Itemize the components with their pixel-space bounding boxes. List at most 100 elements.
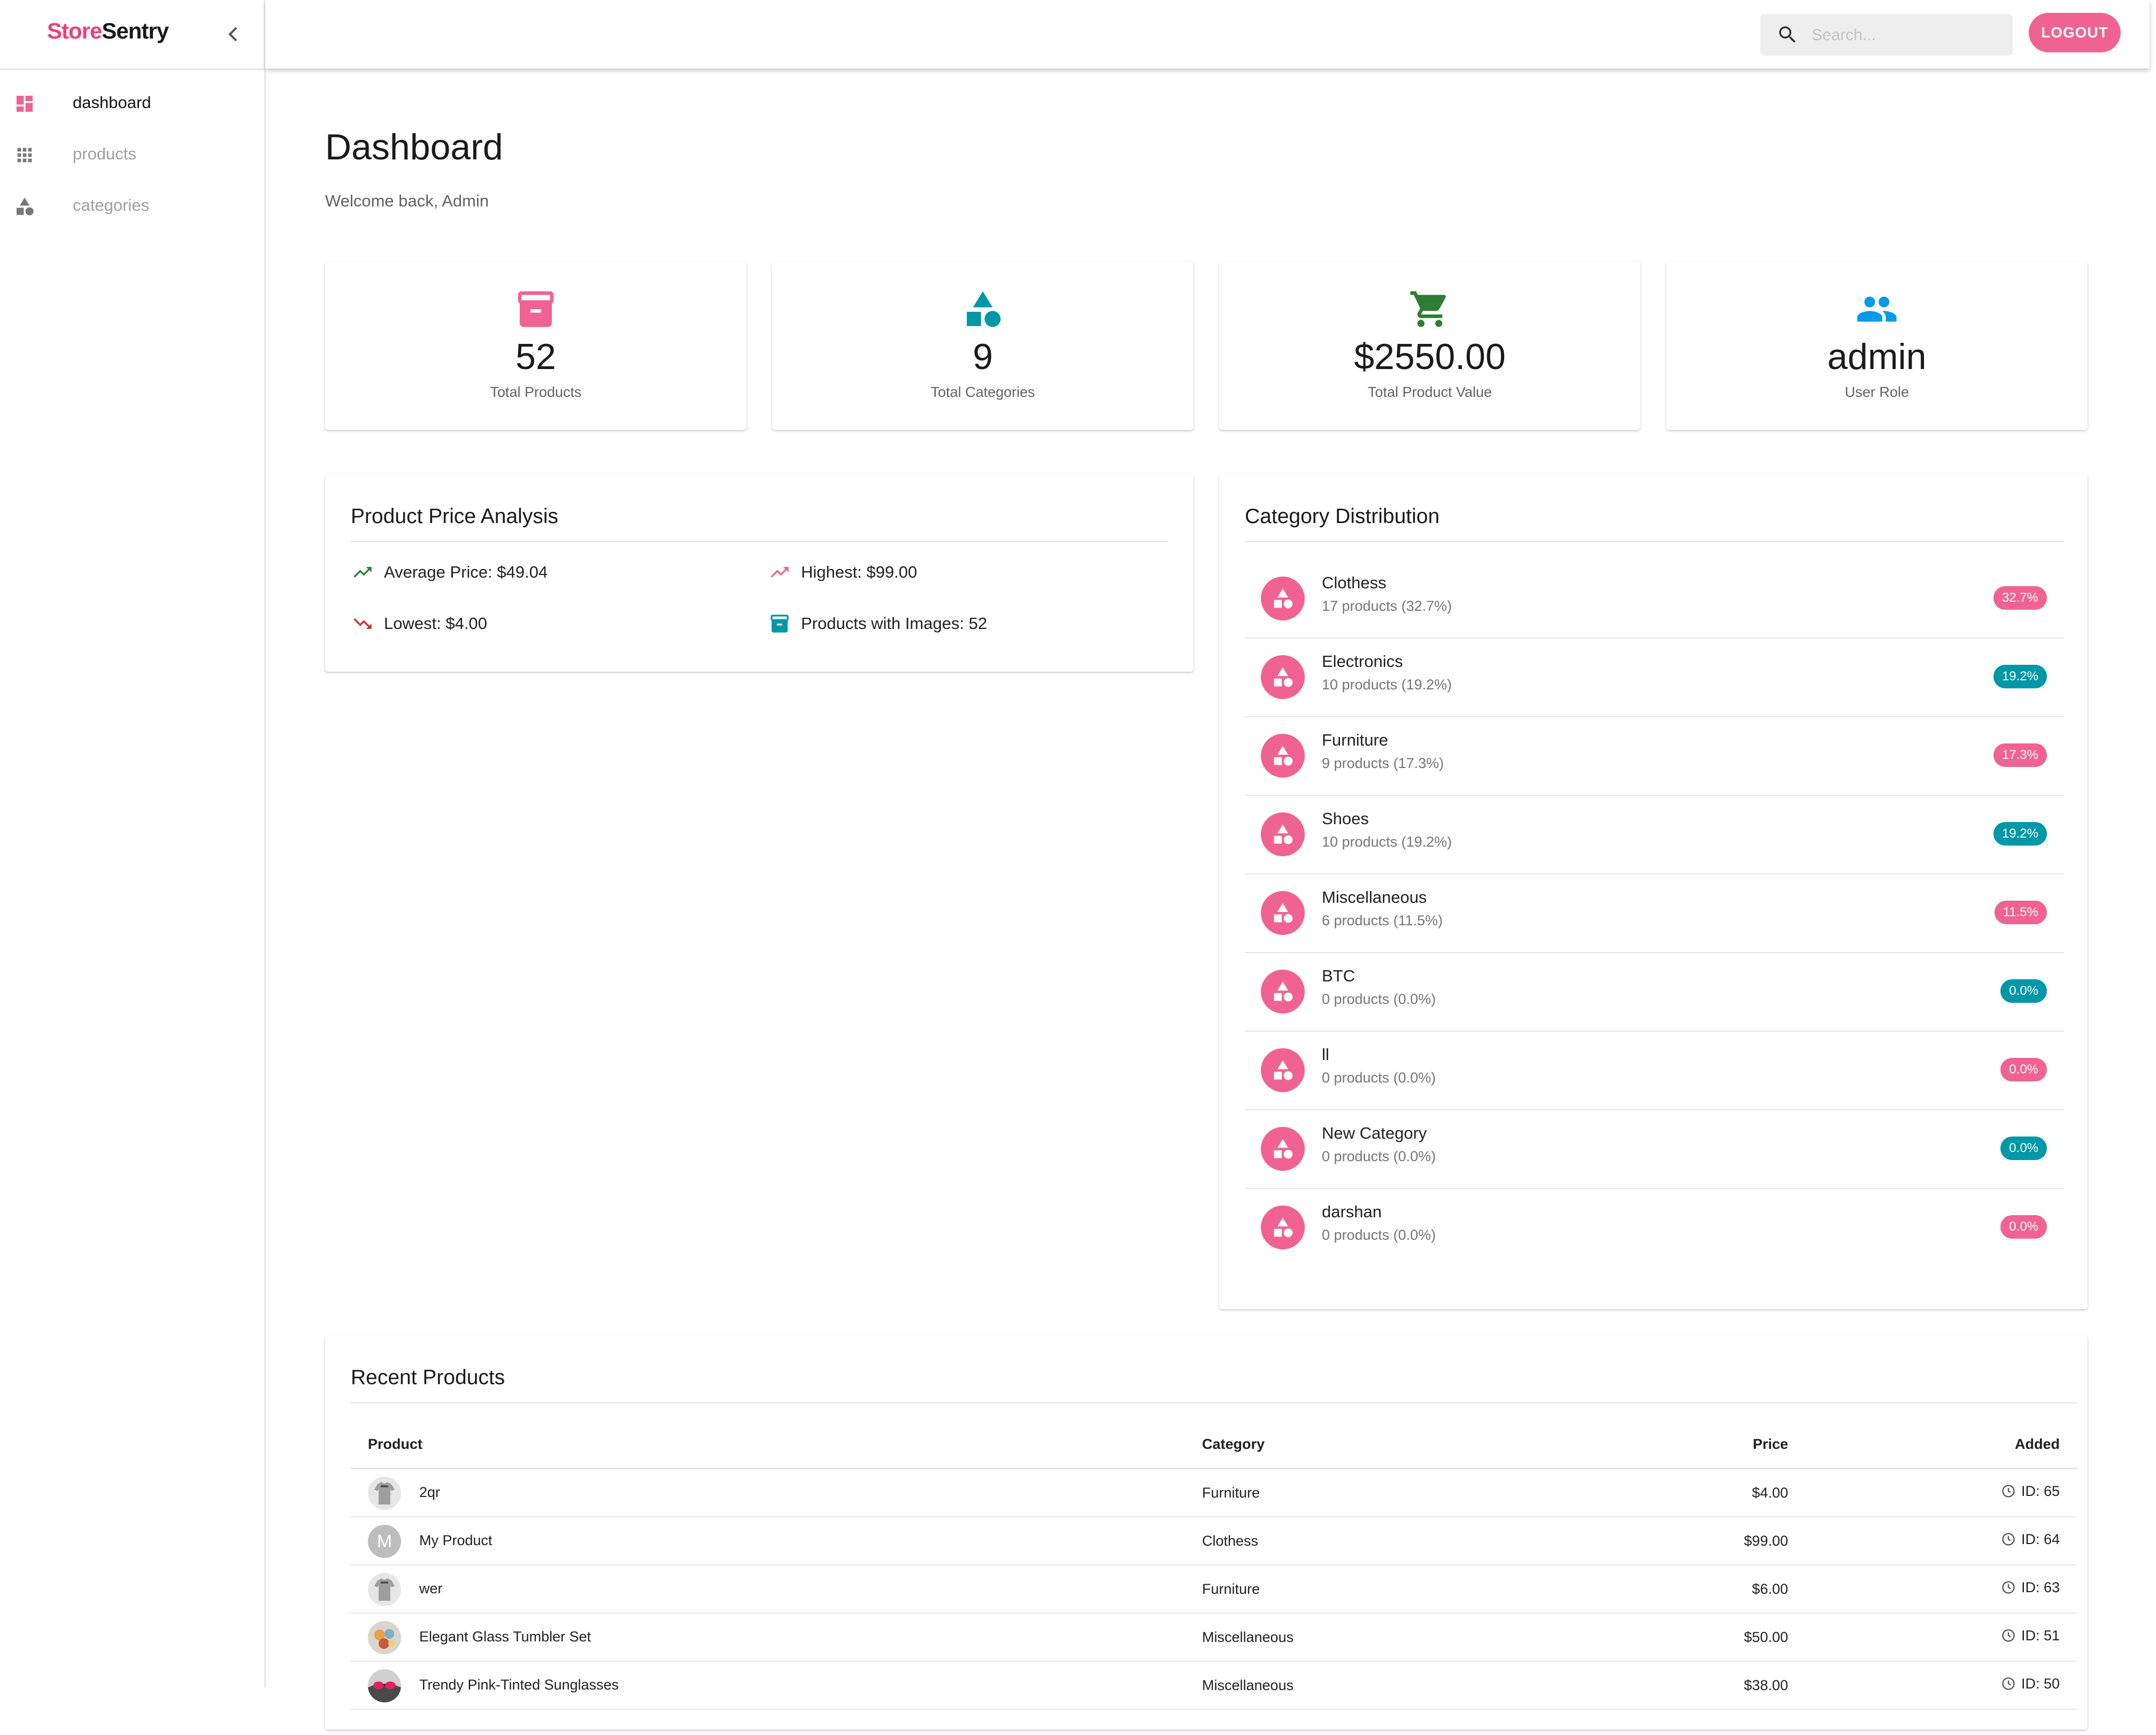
sidebar-item-products[interactable]: products [0,129,264,181]
product-name: Trendy Pink-Tinted Sunglasses [419,1677,619,1693]
stat-card-total-value: $2550.00 Total Product Value [1219,261,1641,430]
stat-value: 52 [515,336,556,377]
table-row[interactable]: M My Product Clothess $99.00 ID: 64 [351,1517,2077,1565]
brand-header: StoreSentry [0,0,264,70]
stat-card-total-products: 52 Total Products [325,261,746,430]
category-avatar [1261,812,1305,856]
table-row[interactable]: Elegant Glass Tumbler Set Miscellaneous $5… [351,1613,2077,1662]
product-name: My Product [419,1532,492,1548]
category-cell: Clothess [1185,1517,1623,1565]
category-shapes-icon [1274,1139,1293,1159]
category-list-item[interactable]: Clothess 17 products (32.7%) 32.7% [1245,559,2064,639]
added-cell: ID: 63 [1805,1565,2077,1614]
category-name: darshan [1322,1202,1382,1221]
column-header-price[interactable]: Price [1623,1421,1805,1469]
stat-label: Total Categories [930,384,1035,400]
product-cell: M My Product [351,1517,1185,1565]
sunglasses-photo-thumbnail [368,1669,401,1702]
category-avatar [1261,891,1305,935]
added-cell: ID: 51 [1805,1613,2077,1662]
product-cell: 2qr [351,1468,1185,1517]
category-product-count: 6 products (11.5%) [1322,912,1443,928]
category-product-count: 0 products (0.0%) [1322,1148,1436,1164]
recent-products-table: Product Category Price Added 2qr Furnitur… [351,1421,2077,1710]
column-header-added[interactable]: Added [1805,1421,2077,1469]
category-list-item[interactable]: darshan 0 products (0.0%) 0.0% [1245,1188,2064,1266]
category-name: Shoes [1322,809,1369,828]
price-cell: $50.00 [1623,1613,1805,1662]
table-header-row: Product Category Price Added [351,1421,2077,1469]
percentage-badge: 32.7% [1993,586,2047,610]
added-cell: ID: 64 [1805,1517,2077,1565]
stat-card-user-role: admin User Role [1666,261,2088,430]
stat-label: Total Products [490,384,582,400]
product-avatar: M [368,1525,401,1558]
tumbler-photo-thumbnail [368,1621,401,1654]
category-list-item[interactable]: Shoes 10 products (19.2%) 19.2% [1245,795,2064,874]
clock-icon [2002,1581,2015,1594]
price-cell: $6.00 [1623,1565,1805,1614]
percentage-badge: 19.2% [1993,822,2047,846]
welcome-message: Welcome back, Admin [325,191,489,210]
category-shapes-icon [1274,903,1293,923]
app-logo[interactable]: StoreSentry [47,18,169,44]
product-cell: Trendy Pink-Tinted Sunglasses [351,1661,1185,1710]
category-shapes-icon [1274,588,1293,609]
divider [351,541,1168,542]
category-avatar [1261,1048,1305,1092]
stat-card-total-categories: 9 Total Categories [772,261,1194,430]
percentage-badge: 0.0% [2000,1058,2047,1081]
clock-icon [2002,1677,2015,1690]
table-row[interactable]: 2qr Furniture $4.00 ID: 65 [351,1468,2077,1517]
product-cell: Elegant Glass Tumbler Set [351,1613,1185,1662]
category-list-item[interactable]: Miscellaneous 6 products (11.5%) 11.5% [1245,874,2064,953]
apps-grid-icon [17,148,32,163]
category-cell: Miscellaneous [1185,1661,1623,1710]
category-product-count: 0 products (0.0%) [1322,991,1436,1007]
product-thumbnail [368,1573,401,1606]
category-list-item[interactable]: Electronics 10 products (19.2%) 19.2% [1245,638,2064,717]
collapse-sidebar-button[interactable] [224,22,243,46]
category-list-item[interactable]: ll 0 products (0.0%) 0.0% [1245,1031,2064,1110]
inventory-box-icon [771,615,789,633]
category-avatar [1261,734,1305,778]
percentage-badge: 0.0% [2000,1137,2047,1160]
column-header-product[interactable]: Product [351,1421,1185,1469]
product-id: ID: 64 [2021,1531,2060,1547]
category-product-count: 0 products (0.0%) [1322,1227,1436,1243]
product-id: ID: 65 [2021,1483,2060,1499]
price-analysis-card: Product Price Analysis Average Price: $4… [325,474,1194,672]
sidebar-item-categories[interactable]: categories [0,181,264,232]
table-row[interactable]: Trendy Pink-Tinted Sunglasses Miscellaneo… [351,1661,2077,1710]
tshirt-thumbnail [368,1477,401,1510]
category-list-item[interactable]: Furniture 9 products (17.3%) 17.3% [1245,717,2064,796]
table-row[interactable]: wer Furniture $6.00 ID: 63 [351,1565,2077,1614]
section-title: Recent Products [351,1366,505,1389]
category-shapes-icon [1274,981,1293,1002]
category-shapes-icon [1274,746,1293,766]
category-product-count: 9 products (17.3%) [1322,755,1444,771]
category-list-item[interactable]: New Category 0 products (0.0%) 0.0% [1245,1110,2064,1189]
category-list-item[interactable]: BTC 0 products (0.0%) 0.0% [1245,953,2064,1032]
clock-icon [2002,1533,2015,1546]
logout-button[interactable]: LOGOUT [2029,13,2121,52]
category-product-count: 10 products (19.2%) [1322,677,1452,693]
product-thumbnail [368,1621,401,1654]
category-product-count: 17 products (32.7%) [1322,598,1452,614]
stat-value: 9 [973,336,993,377]
product-name: wer [419,1580,443,1596]
search-box[interactable] [1760,14,2013,56]
category-name: Miscellaneous [1322,888,1427,907]
section-title: Category Distribution [1245,505,1440,528]
search-input[interactable] [1811,21,2000,49]
category-shapes-icon [1274,667,1293,687]
column-header-category[interactable]: Category [1185,1421,1623,1469]
category-avatar [1261,655,1305,699]
trending-up-icon [771,567,789,578]
stat-value: $2550.00 [1354,336,1506,377]
category-shapes-icon [967,291,1001,327]
page-title: Dashboard [325,127,503,167]
stat-label: Total Product Value [1367,384,1492,400]
sidebar-item-label: dashboard [73,93,151,112]
sidebar-item-dashboard[interactable]: dashboard [0,78,264,129]
